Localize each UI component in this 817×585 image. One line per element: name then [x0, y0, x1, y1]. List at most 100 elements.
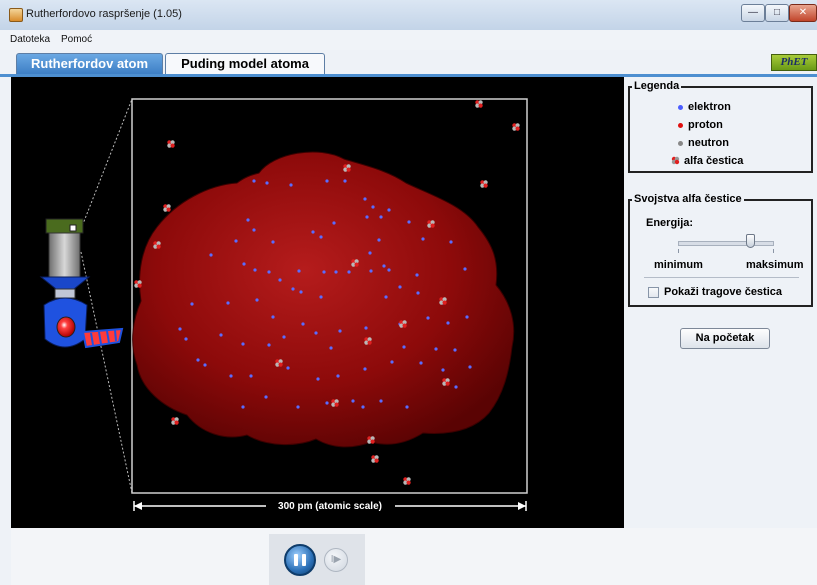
electron [299, 290, 303, 294]
playback-controls: I▶ [269, 534, 365, 585]
proton-dot-icon [678, 123, 683, 128]
electron [405, 405, 409, 409]
electron [415, 273, 419, 277]
energy-max-label: maksimum [746, 259, 804, 271]
divider [644, 277, 799, 278]
energy-min-label: minimum [654, 259, 703, 271]
electron [241, 405, 245, 409]
electron [203, 363, 207, 367]
electron [319, 295, 323, 299]
electron [421, 237, 425, 241]
electron [407, 220, 411, 224]
close-button[interactable]: ✕ [789, 4, 817, 22]
electron [278, 278, 282, 282]
electron [325, 179, 329, 183]
legend-item-alpha: alfa čestica [671, 154, 744, 168]
electron [377, 238, 381, 242]
electron [387, 208, 391, 212]
electron [314, 331, 318, 335]
show-tracks-checkbox[interactable] [648, 287, 659, 298]
alpha-particle [403, 477, 411, 485]
menu-help[interactable]: Pomoć [61, 34, 92, 45]
electron [332, 221, 336, 225]
electron [178, 327, 182, 331]
electron [196, 358, 200, 362]
alpha-properties-panel: Svojstva alfa čestice Energija: minimum … [628, 193, 813, 307]
electron [282, 335, 286, 339]
electron [184, 337, 188, 341]
projection-line-bottom [80, 251, 133, 494]
electron [454, 385, 458, 389]
close-icon: ✕ [798, 7, 808, 18]
maximize-icon: □ [773, 7, 781, 18]
projection-line-top [80, 98, 133, 230]
show-tracks-label[interactable]: Pokaži tragove čestica [664, 286, 782, 298]
electron [441, 368, 445, 372]
tab-rutherford-atom[interactable]: Rutherfordov atom [16, 53, 163, 74]
step-button[interactable]: I▶ [324, 548, 348, 572]
electron [316, 377, 320, 381]
electron [426, 316, 430, 320]
alpha-properties-title: Svojstva alfa čestice [632, 193, 744, 205]
electron [253, 268, 257, 272]
legend-title: Legenda [632, 80, 682, 92]
pause-button[interactable] [284, 544, 316, 576]
legend-item-neutron: neutron [678, 136, 729, 150]
electron-dot-icon [678, 105, 683, 110]
neutron-dot-icon [678, 141, 683, 146]
maximize-button[interactable]: □ [765, 4, 789, 22]
electron [249, 374, 253, 378]
electron [379, 399, 383, 403]
electron [384, 295, 388, 299]
alpha-particle [163, 204, 171, 212]
energy-slider-thumb[interactable] [745, 234, 755, 248]
scale-label: 300 pm (atomic scale) [278, 501, 382, 512]
electron [296, 405, 300, 409]
alpha-particle [134, 280, 142, 288]
electron [322, 270, 326, 274]
legend-label-proton: proton [688, 119, 723, 131]
electron [363, 367, 367, 371]
app-icon [9, 8, 23, 22]
alpha-particle [480, 180, 488, 188]
legend-label-electron: elektron [688, 101, 731, 113]
title-bar: Rutherfordovo raspršenje (1.05) — □ ✕ [0, 0, 817, 31]
electron [271, 240, 275, 244]
menu-file[interactable]: Datoteka [10, 34, 50, 45]
electron [286, 366, 290, 370]
electron [368, 251, 372, 255]
electron [241, 342, 245, 346]
minimize-icon: — [748, 7, 758, 18]
electron [338, 329, 342, 333]
electron [291, 287, 295, 291]
energy-tick-min [678, 249, 679, 253]
electron [267, 270, 271, 274]
reset-button[interactable]: Na početak [680, 328, 770, 349]
simulation-canvas: 300 pm (atomic scale) [11, 77, 624, 528]
legend-label-neutron: neutron [688, 137, 729, 149]
electron [416, 291, 420, 295]
window-title: Rutherfordovo raspršenje (1.05) [26, 8, 182, 20]
electron [264, 395, 268, 399]
legend-label-alpha: alfa čestica [684, 155, 744, 167]
electron [265, 181, 269, 185]
minimize-button[interactable]: — [741, 4, 765, 22]
electron [234, 239, 238, 243]
electron [252, 179, 256, 183]
tab-plum-pudding-model[interactable]: Puding model atoma [165, 53, 325, 74]
electron [209, 253, 213, 257]
energy-slider-track[interactable] [678, 241, 774, 246]
electron [463, 267, 467, 271]
electron [434, 347, 438, 351]
electron [246, 218, 250, 222]
electron [364, 326, 368, 330]
electron [398, 285, 402, 289]
legend-item-proton: proton [678, 118, 723, 132]
electron [390, 360, 394, 364]
electron [465, 315, 469, 319]
legend-panel: Legenda elektron proton neutron alfa čes… [628, 80, 813, 173]
menu-bar: Datoteka Pomoć [0, 30, 817, 50]
electron [325, 401, 329, 405]
electron [255, 298, 259, 302]
legend-item-electron: elektron [678, 100, 731, 114]
